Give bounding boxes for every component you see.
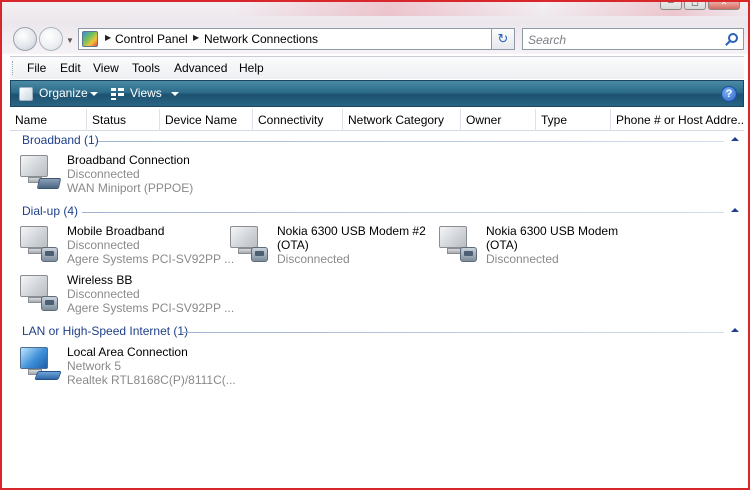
group-divider — [182, 332, 724, 333]
chevron-down-icon[interactable] — [90, 92, 98, 96]
group-header-lan[interactable]: LAN or High-Speed Internet (1) — [22, 324, 188, 338]
connection-name: Broadband Connection — [67, 153, 190, 167]
connection-status: Disconnected — [277, 252, 350, 266]
command-bar: Organize Views ? — [10, 80, 744, 107]
collapse-icon[interactable] — [731, 208, 739, 212]
views-button[interactable]: Views — [130, 86, 162, 100]
title-bar: ─ ▢ ✕ ▼ ▶ Control Panel ▶ Network Connec… — [2, 2, 748, 54]
connection-name: Mobile Broadband — [67, 224, 165, 238]
connection-nokia-modem[interactable]: Nokia 6300 USB Modem (OTA) Disconnected — [436, 224, 636, 270]
modem-icon — [36, 178, 62, 189]
menu-tools[interactable]: Tools — [132, 61, 160, 75]
breadcrumb-network-connections[interactable]: Network Connections — [204, 32, 318, 46]
minimize-button[interactable]: ─ — [660, 2, 682, 10]
connection-status: Disconnected — [67, 167, 140, 181]
menu-view[interactable]: View — [93, 61, 119, 75]
connection-name-line2: (OTA) — [277, 238, 309, 252]
column-header-connectivity[interactable]: Connectivity — [253, 109, 343, 131]
maximize-button[interactable]: ▢ — [684, 2, 706, 10]
connection-wireless-bb[interactable]: Wireless BB Disconnected Agere Systems P… — [17, 273, 234, 319]
connection-device: Agere Systems PCI-SV92PP ... — [67, 252, 235, 266]
phone-modem-icon — [41, 247, 58, 262]
close-window-button[interactable]: ✕ — [708, 2, 740, 10]
window-frame: ─ ▢ ✕ ▼ ▶ Control Panel ▶ Network Connec… — [0, 0, 750, 490]
connection-status: Disconnected — [67, 238, 140, 252]
group-header-broadband[interactable]: Broadband (1) — [22, 133, 99, 147]
column-headers: Name Status Device Name Connectivity Net… — [10, 109, 744, 131]
breadcrumb-separator-icon[interactable]: ▶ — [193, 33, 199, 42]
back-button[interactable] — [13, 27, 37, 51]
connection-nokia-modem-2[interactable]: Nokia 6300 USB Modem #2 (OTA) Disconnect… — [227, 224, 427, 270]
connection-mobile-broadband[interactable]: Mobile Broadband Disconnected Agere Syst… — [17, 224, 234, 270]
menu-grip — [12, 61, 15, 75]
connection-name: Nokia 6300 USB Modem — [486, 224, 619, 238]
menu-edit[interactable]: Edit — [60, 61, 81, 75]
group-divider — [98, 141, 724, 142]
refresh-button[interactable]: ↻ — [491, 28, 515, 50]
column-header-owner[interactable]: Owner — [461, 109, 536, 131]
column-header-status[interactable]: Status — [87, 109, 160, 131]
forward-button[interactable] — [39, 27, 63, 51]
search-box[interactable]: Search — [522, 28, 744, 50]
connection-name: Local Area Connection — [67, 345, 188, 359]
connection-status: Network 5 — [67, 359, 122, 373]
group-divider — [82, 212, 724, 213]
column-header-device-name[interactable]: Device Name — [160, 109, 253, 131]
search-input[interactable]: Search — [528, 33, 566, 47]
control-panel-icon — [82, 31, 98, 47]
menu-bar: File Edit View Tools Advanced Help — [10, 56, 744, 79]
views-icon — [111, 87, 125, 101]
breadcrumb-control-panel[interactable]: Control Panel — [115, 32, 188, 46]
organize-icon — [19, 87, 33, 101]
column-header-network-category[interactable]: Network Category — [343, 109, 461, 131]
connection-name-line2: (OTA) — [486, 238, 518, 252]
menu-advanced[interactable]: Advanced — [174, 61, 227, 75]
group-header-dialup[interactable]: Dial-up (4) — [22, 204, 78, 218]
chevron-down-icon[interactable] — [171, 92, 179, 96]
connection-device: WAN Miniport (PPPOE) — [67, 181, 194, 195]
collapse-icon[interactable] — [731, 137, 739, 141]
address-bar[interactable]: ▶ Control Panel ▶ Network Connections — [78, 28, 515, 50]
connection-broadband[interactable]: Broadband Connection Disconnected WAN Mi… — [17, 153, 217, 199]
connection-device: Realtek RTL8168C(P)/8111C(... — [67, 373, 236, 387]
connection-status: Disconnected — [486, 252, 559, 266]
connection-local-area[interactable]: Local Area Connection Network 5 Realtek … — [17, 345, 236, 391]
connection-status: Disconnected — [67, 287, 140, 301]
phone-modem-icon — [41, 296, 58, 311]
network-adapter-icon — [34, 371, 62, 380]
menu-help[interactable]: Help — [239, 61, 264, 75]
connection-device: Agere Systems PCI-SV92PP ... — [67, 301, 235, 315]
recent-pages-dropdown[interactable]: ▼ — [66, 36, 74, 45]
column-header-type[interactable]: Type — [536, 109, 611, 131]
help-icon[interactable]: ? — [721, 86, 737, 102]
phone-modem-icon — [251, 247, 268, 262]
breadcrumb-separator-icon[interactable]: ▶ — [105, 33, 111, 42]
connection-name: Wireless BB — [67, 273, 133, 287]
organize-button[interactable]: Organize — [39, 86, 88, 100]
connection-name: Nokia 6300 USB Modem #2 — [277, 224, 426, 238]
collapse-icon[interactable] — [731, 328, 739, 332]
phone-modem-icon — [460, 247, 477, 262]
search-icon[interactable] — [728, 33, 738, 43]
column-header-name[interactable]: Name — [10, 109, 87, 131]
column-header-phone-host[interactable]: Phone # or Host Addre... — [611, 109, 744, 131]
menu-file[interactable]: File — [27, 61, 46, 75]
